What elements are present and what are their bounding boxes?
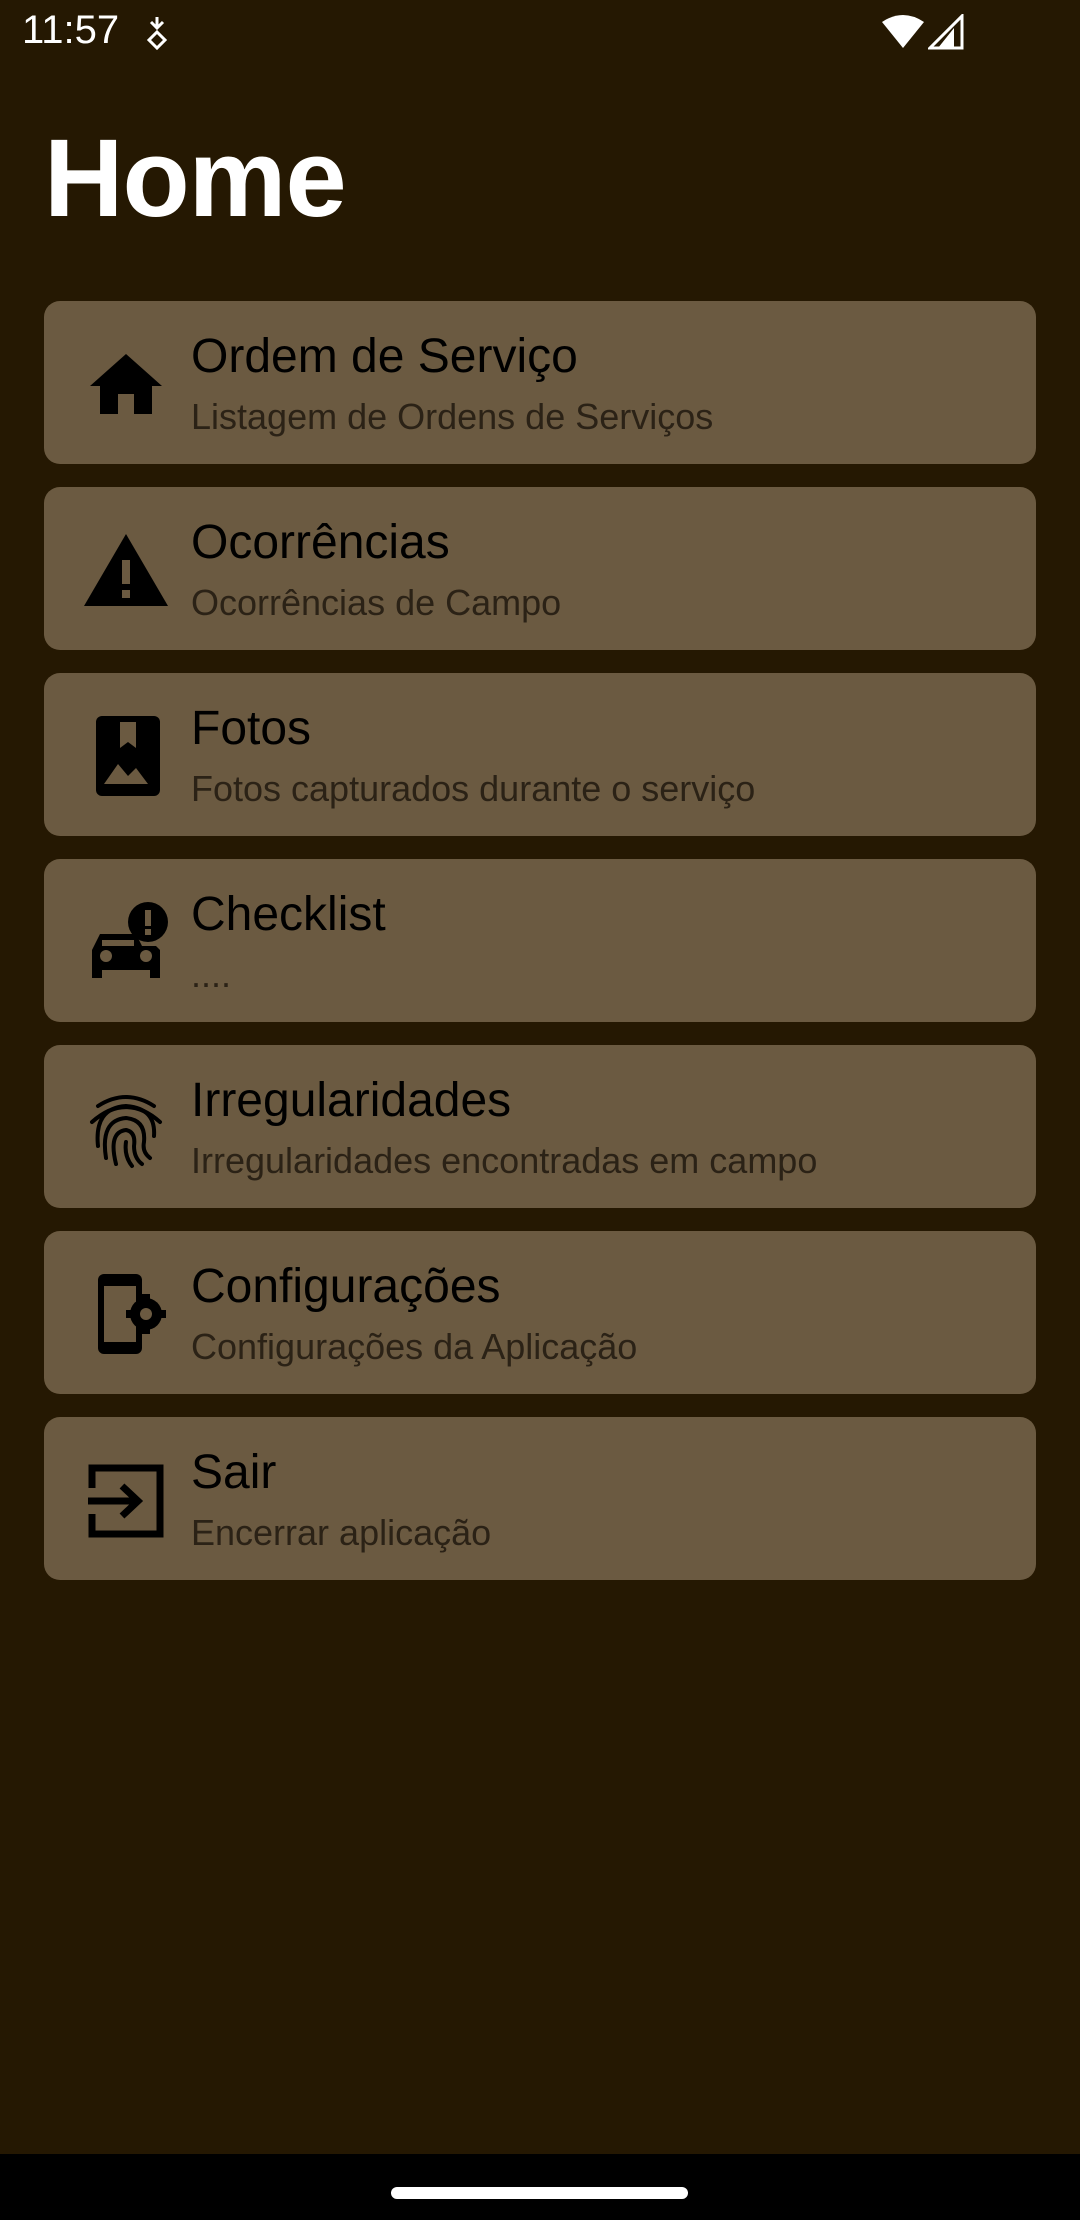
menu-item-title: Ordem de Serviço	[191, 330, 578, 383]
location-sync-icon	[142, 14, 172, 51]
menu-item-subtitle: Configurações da Aplicação	[191, 1326, 638, 1367]
navigation-bar	[0, 2154, 1080, 2220]
phone-settings-icon	[84, 1272, 168, 1356]
menu-item-title: Sair	[191, 1446, 277, 1499]
car-alert-icon	[84, 900, 168, 984]
menu-item-fotos[interactable]: Fotos Fotos capturados durante o serviço	[44, 673, 1036, 836]
page-title: Home	[44, 117, 347, 240]
menu-item-checklist[interactable]: Checklist ....	[44, 859, 1036, 1022]
menu-item-title: Irregularidades	[191, 1074, 512, 1127]
menu-item-irregularidades[interactable]: Irregularidades Irregularidades encontra…	[44, 1045, 1036, 1208]
status-time: 11:57	[22, 8, 120, 52]
menu-item-subtitle: ....	[191, 954, 232, 995]
home-indicator[interactable]	[391, 2187, 688, 2199]
menu-item-subtitle: Irregularidades encontradas em campo	[191, 1140, 818, 1181]
menu-list: Ordem de Serviço Listagem de Ordens de S…	[44, 301, 1036, 1603]
menu-item-subtitle: Listagem de Ordens de Serviços	[191, 396, 714, 437]
menu-item-title: Configurações	[191, 1260, 501, 1313]
cell-signal-icon	[926, 12, 964, 50]
menu-item-subtitle: Ocorrências de Campo	[191, 582, 562, 623]
menu-item-subtitle: Encerrar aplicação	[191, 1512, 492, 1553]
fingerprint-icon	[84, 1086, 168, 1170]
app-screen: 11:57 Home Ordem de Serviço Listagem de …	[0, 0, 1080, 2154]
photo-album-icon	[84, 714, 168, 798]
menu-item-title: Fotos	[191, 702, 312, 755]
wifi-icon	[880, 14, 926, 50]
exit-icon	[84, 1458, 168, 1542]
menu-item-title: Checklist	[191, 888, 386, 941]
menu-item-sair[interactable]: Sair Encerrar aplicação	[44, 1417, 1036, 1580]
warning-icon	[84, 528, 168, 612]
menu-item-ocorrencias[interactable]: Ocorrências Ocorrências de Campo	[44, 487, 1036, 650]
home-icon	[84, 342, 168, 426]
status-bar: 11:57	[0, 0, 1080, 66]
menu-item-title: Ocorrências	[191, 516, 450, 569]
menu-item-configuracoes[interactable]: Configurações Configurações da Aplicação	[44, 1231, 1036, 1394]
menu-item-ordem-de-servico[interactable]: Ordem de Serviço Listagem de Ordens de S…	[44, 301, 1036, 464]
menu-item-subtitle: Fotos capturados durante o serviço	[191, 768, 756, 809]
